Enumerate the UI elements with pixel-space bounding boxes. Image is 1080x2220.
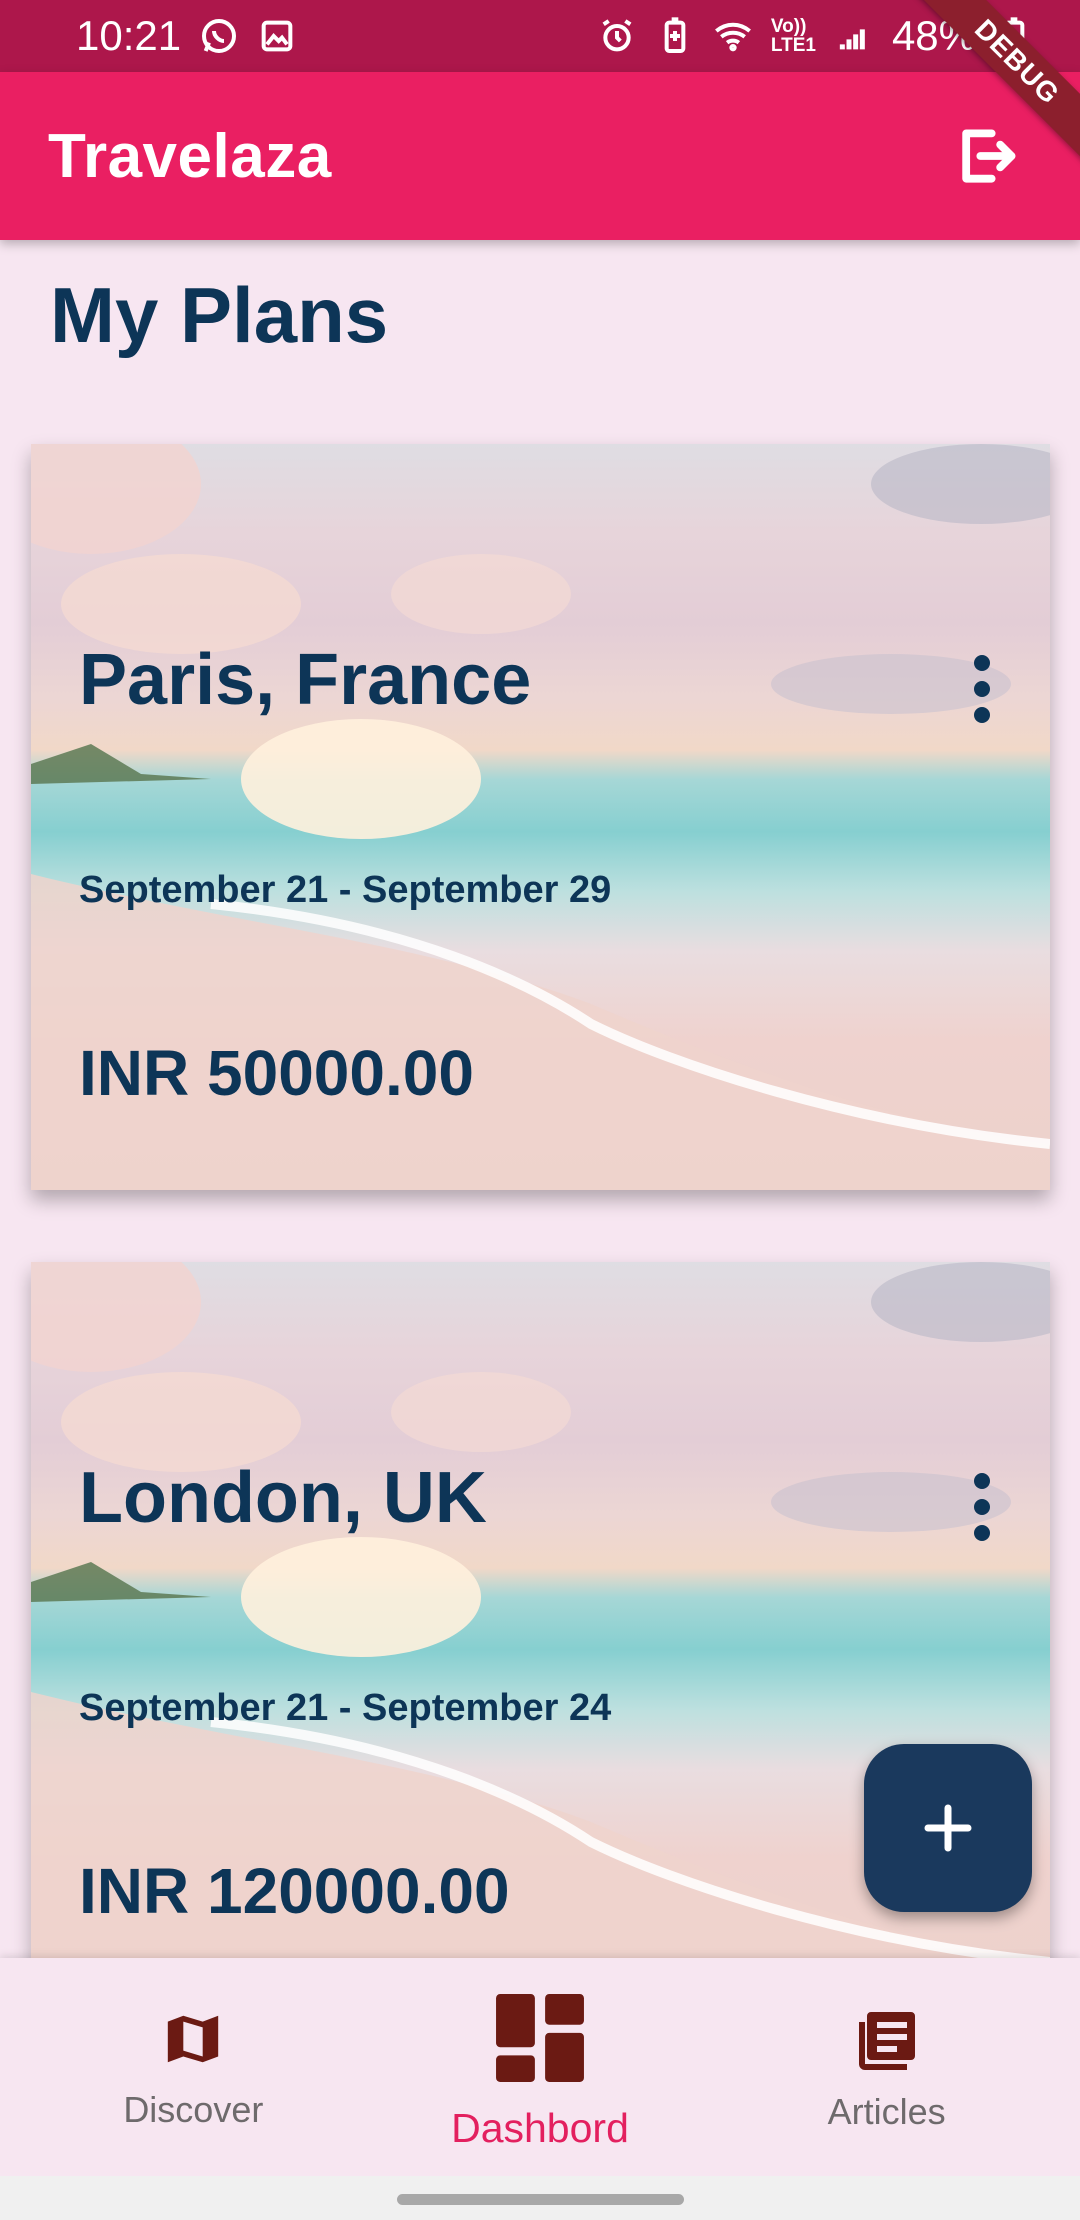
plan-destination: London, UK <box>79 1458 487 1538</box>
alarm-icon <box>597 16 637 56</box>
add-icon <box>924 1804 972 1852</box>
nav-item-dashboard[interactable]: Dashbord <box>390 1958 690 2152</box>
system-navigation-bar <box>0 2176 1080 2220</box>
page-title: My Plans <box>50 271 389 359</box>
map-icon <box>162 2008 224 2075</box>
nav-item-discover[interactable]: Discover <box>43 1958 343 2131</box>
logout-button[interactable] <box>946 116 1026 196</box>
signal-icon <box>834 16 874 56</box>
home-gesture-handle[interactable] <box>397 2194 684 2205</box>
wifi-icon <box>713 16 753 56</box>
articles-icon <box>855 2008 919 2077</box>
status-time: 10:21 <box>76 12 182 59</box>
plan-budget: INR 120000.00 <box>79 1855 510 1927</box>
plan-card[interactable]: Paris, France September 21 - September 2… <box>31 444 1050 1190</box>
lte-label: LTE1 <box>770 35 816 56</box>
whatsapp-icon <box>199 16 239 56</box>
app-bar: Travelaza <box>0 72 1080 240</box>
add-plan-button[interactable] <box>864 1744 1032 1912</box>
status-left: 10:21 <box>76 12 297 60</box>
image-icon <box>257 16 297 56</box>
plan-menu-button[interactable] <box>952 1462 1012 1552</box>
plan-budget: INR 50000.00 <box>79 1037 474 1109</box>
nav-label-dashboard: Dashbord <box>451 2105 629 2151</box>
volte-label: Vo)) <box>770 16 807 37</box>
more-vert-icon <box>974 1473 990 1541</box>
logout-icon <box>962 129 1016 183</box>
nav-label-discover: Discover <box>123 2089 264 2130</box>
volte-indicator: Vo)) LTE1 <box>771 17 816 55</box>
bottom-navigation: Discover Dashbord Articles <box>0 1958 1080 2176</box>
plan-menu-button[interactable] <box>952 644 1012 734</box>
plan-dates: September 21 - September 29 <box>79 869 612 911</box>
battery-saver-icon <box>655 16 695 56</box>
plan-dates: September 21 - September 24 <box>79 1687 612 1729</box>
nav-item-articles[interactable]: Articles <box>737 1958 1037 2133</box>
nav-label-articles: Articles <box>827 2091 946 2132</box>
app-title: Travelaza <box>48 121 332 191</box>
dashboard-icon <box>494 1992 586 2089</box>
status-bar: 10:21 Vo)) LTE1 48% <box>0 0 1080 72</box>
plan-destination: Paris, France <box>79 640 532 720</box>
more-vert-icon <box>974 655 990 723</box>
